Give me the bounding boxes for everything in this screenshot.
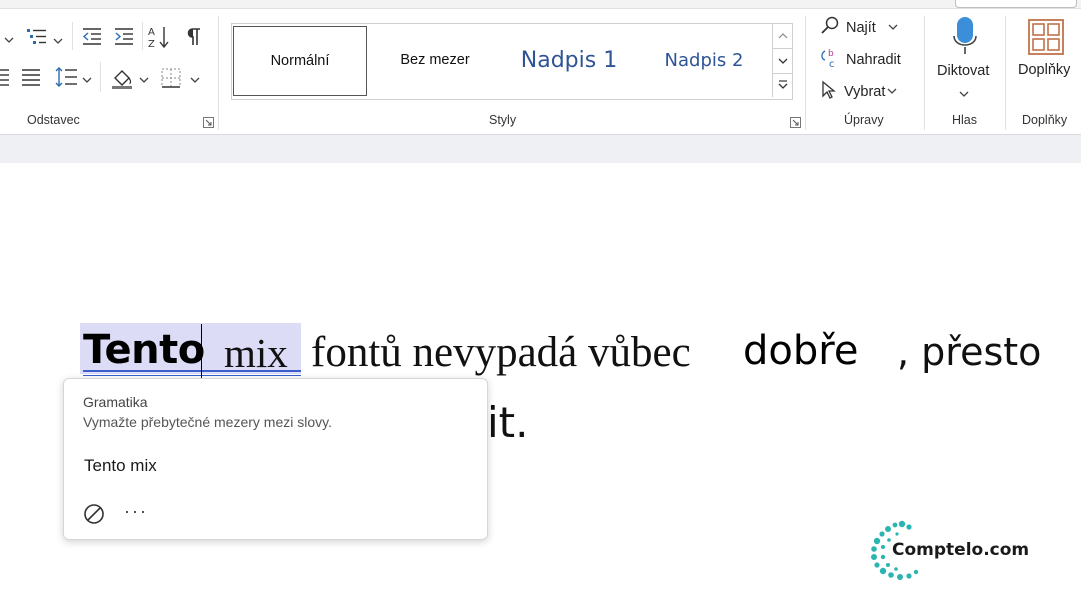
grammar-underline[interactable] [83, 370, 301, 372]
more-options-icon[interactable]: ··· [124, 501, 148, 522]
chevron-down-icon[interactable] [773, 48, 792, 74]
bullets-dropdown-icon[interactable] [4, 32, 14, 50]
ignore-icon[interactable] [82, 502, 106, 526]
popup-description: Vymažte přebytečné mezery mezi slovy. [83, 414, 332, 430]
line-spacing-icon[interactable] [54, 66, 78, 88]
select-dropdown-icon[interactable] [887, 84, 897, 100]
borders-icon[interactable] [160, 67, 182, 89]
svg-text:c: c [829, 59, 835, 69]
select-button[interactable]: Vybrat [820, 80, 897, 104]
pilcrow-icon[interactable] [185, 27, 203, 47]
increase-indent-icon[interactable] [113, 27, 135, 47]
separator [805, 16, 806, 130]
select-cursor-icon [820, 80, 838, 104]
grammar-underline-second [83, 375, 301, 376]
dictate-dropdown-icon[interactable] [959, 86, 969, 104]
borders-dropdown-icon[interactable] [190, 72, 200, 90]
sort-icon[interactable]: A Z [147, 24, 171, 50]
chevron-up-icon[interactable] [773, 24, 792, 48]
separator [1005, 16, 1006, 130]
justify-icon[interactable] [21, 68, 41, 86]
styles-gallery-scroll [772, 24, 792, 97]
dictate-label: Diktovat [937, 63, 990, 79]
suggestion-button[interactable]: Tento mix [84, 456, 157, 476]
svg-text:Z: Z [148, 39, 155, 50]
replace-button[interactable]: b c Nahradit [820, 48, 901, 72]
separator [72, 22, 73, 50]
dictate-button[interactable]: Diktovat [930, 14, 998, 100]
separator [142, 22, 143, 50]
replace-label: Nahradit [846, 52, 901, 68]
gallery-expand-icon[interactable] [773, 73, 792, 97]
align-right-icon[interactable] [0, 68, 10, 86]
shading-dropdown-icon[interactable] [139, 72, 149, 90]
svg-text:b: b [828, 49, 834, 59]
svg-text:A: A [148, 27, 155, 38]
separator [100, 62, 101, 92]
group-label-voice: Hlas [952, 113, 978, 127]
line-spacing-dropdown-icon[interactable] [82, 72, 92, 90]
paragraph-launcher-icon[interactable] [203, 115, 214, 128]
doc-word-dobre[interactable]: dobře [743, 328, 858, 374]
shading-icon[interactable] [110, 66, 134, 90]
microphone-icon [951, 16, 979, 61]
select-label: Vybrat [844, 84, 886, 100]
addins-label: Doplňky [1018, 62, 1071, 78]
style-no-spacing[interactable]: Bez mezer [370, 26, 500, 94]
doc-text-line1-end[interactable]: , přesto [897, 330, 1041, 374]
doc-word-tento[interactable]: Tento [83, 327, 205, 373]
multilevel-list-icon[interactable] [26, 27, 48, 47]
addins-button[interactable]: Doplňky [1012, 14, 1080, 84]
group-label-paragraph: Odstavec [27, 113, 80, 127]
find-label: Najít [846, 20, 876, 36]
ribbon-top-strip [0, 0, 1081, 9]
group-label-addins: Doplňky [1022, 113, 1068, 127]
ribbon: A Z Odstavec Normální Bez mezer Nadpis 1… [0, 0, 1081, 134]
separator [218, 16, 219, 130]
doc-text-line1[interactable]: fontů nevypadá vůbec [311, 328, 691, 377]
multilevel-dropdown-icon[interactable] [53, 33, 63, 51]
find-button[interactable]: Najít [820, 16, 898, 40]
grammar-suggestion-popup: Gramatika Vymažte přebytečné mezery mezi… [63, 378, 488, 540]
style-heading-2[interactable]: Nadpis 2 [640, 26, 768, 94]
doc-text-line2[interactable]: it. [487, 398, 529, 447]
replace-icon: b c [820, 47, 840, 73]
find-dropdown-icon[interactable] [888, 20, 898, 36]
style-heading-1[interactable]: Nadpis 1 [503, 26, 635, 94]
find-icon [820, 16, 840, 40]
group-label-styles: Styly [489, 113, 517, 127]
popup-category: Gramatika [83, 394, 148, 410]
style-normal[interactable]: Normální [233, 26, 367, 96]
separator [924, 16, 925, 130]
search-box-edge[interactable] [955, 0, 1077, 8]
decrease-indent-icon[interactable] [81, 27, 103, 47]
comptelo-logo-text: Comptelo.com [892, 540, 1030, 560]
ribbon-document-divider [0, 134, 1081, 164]
text-cursor [201, 324, 202, 379]
styles-launcher-icon[interactable] [790, 115, 801, 128]
group-label-editing: Úpravy [844, 113, 884, 127]
addins-grid-icon [1028, 19, 1064, 60]
